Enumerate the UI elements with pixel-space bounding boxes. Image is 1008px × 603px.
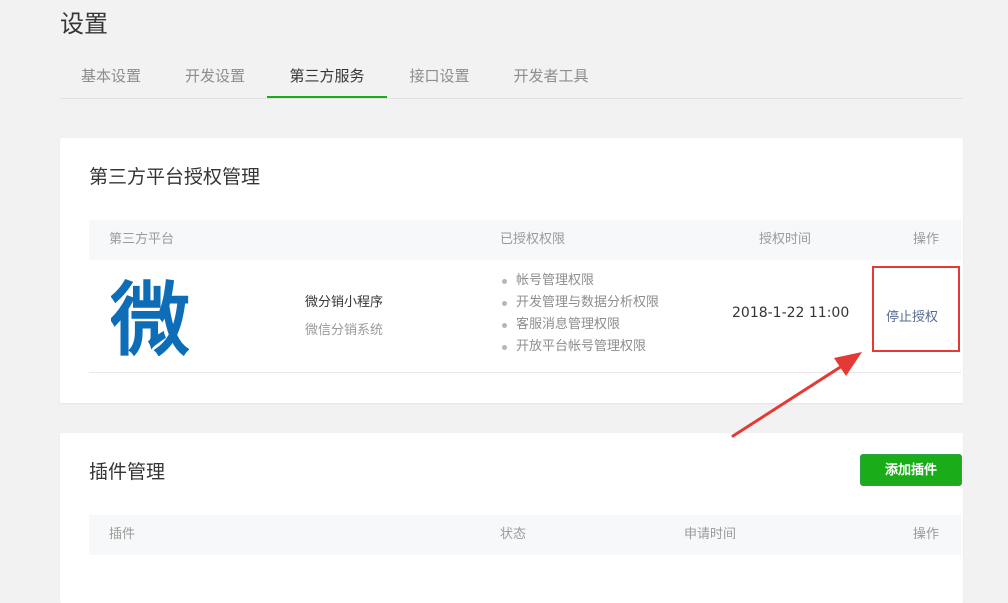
bullet-icon (502, 279, 507, 284)
list-item: 帐号管理权限 (500, 270, 659, 292)
stop-authorization-link[interactable]: 停止授权 (886, 306, 938, 325)
app-description: 微信分销系统 (305, 323, 384, 338)
tab-dev-settings[interactable]: 开发设置 (163, 58, 267, 97)
col-action: 操作 (913, 232, 940, 247)
app-logo: 微 (111, 278, 189, 356)
plugin-table-header: 插件 状态 申请时间 操作 (89, 515, 961, 555)
col-plugin-action: 操作 (913, 527, 940, 542)
col-platform: 第三方平台 (109, 232, 175, 247)
permission-label: 客服消息管理权限 (516, 317, 621, 332)
settings-tabs: 基本设置 开发设置 第三方服务 接口设置 开发者工具 (60, 58, 963, 99)
auth-table-header: 第三方平台 已授权权限 授权时间 操作 (89, 220, 961, 260)
auth-time: 2018-1-22 11:00 (732, 305, 850, 321)
third-party-auth-title: 第三方平台授权管理 (89, 166, 261, 188)
tab-basic-settings[interactable]: 基本设置 (60, 58, 162, 97)
col-auth-time: 授权时间 (759, 232, 812, 247)
col-status: 状态 (500, 527, 527, 542)
app-name: 微分销小程序 (305, 295, 384, 310)
plugin-management-title: 插件管理 (89, 461, 166, 483)
tab-developer-tools[interactable]: 开发者工具 (492, 58, 610, 97)
list-item: 开放平台帐号管理权限 (500, 336, 659, 358)
add-plugin-button[interactable]: 添加插件 (860, 454, 962, 486)
col-apply-time: 申请时间 (684, 527, 737, 542)
tab-api-settings[interactable]: 接口设置 (387, 58, 492, 97)
permission-label: 帐号管理权限 (516, 273, 595, 288)
col-permissions: 已授权权限 (500, 232, 566, 247)
permission-label: 开放平台帐号管理权限 (516, 339, 647, 354)
bullet-icon (502, 345, 507, 350)
bullet-icon (502, 301, 507, 306)
bullet-icon (502, 323, 507, 328)
permission-label: 开发管理与数据分析权限 (516, 295, 660, 310)
table-row: 微 微分销小程序 微信分销系统 帐号管理权限 开发管理与数据分析权限 客服消息管… (89, 260, 961, 373)
list-item: 客服消息管理权限 (500, 314, 659, 336)
app-logo-char: 微 (111, 278, 189, 356)
third-party-auth-card: 第三方平台授权管理 第三方平台 已授权权限 授权时间 操作 微 微分销小程序 微… (60, 138, 963, 403)
tab-third-party-services[interactable]: 第三方服务 (267, 58, 387, 98)
col-plugin: 插件 (109, 527, 136, 542)
page-title: 设置 (60, 10, 108, 38)
permission-list: 帐号管理权限 开发管理与数据分析权限 客服消息管理权限 开放平台帐号管理权限 (500, 270, 659, 358)
list-item: 开发管理与数据分析权限 (500, 292, 659, 314)
plugin-management-card: 插件管理 添加插件 插件 状态 申请时间 操作 (60, 433, 963, 603)
